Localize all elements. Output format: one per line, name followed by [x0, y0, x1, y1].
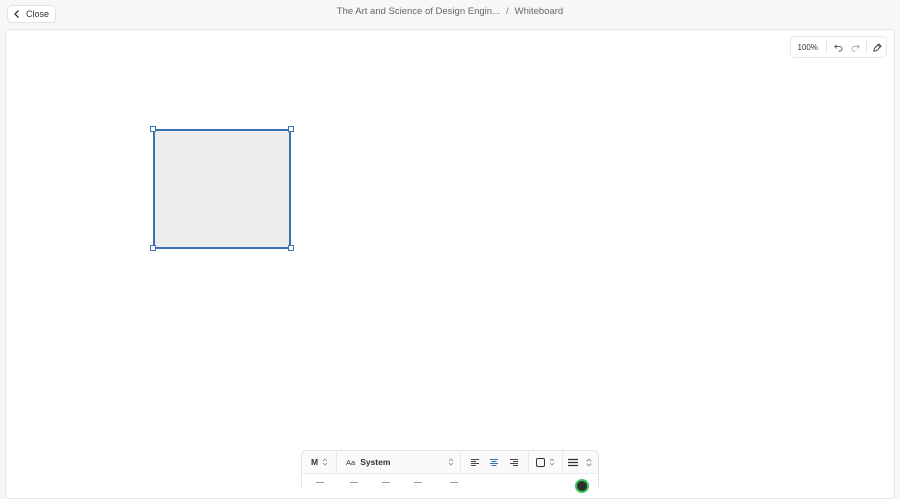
- zoom-level[interactable]: 100%: [791, 43, 824, 52]
- undo-button[interactable]: [829, 38, 846, 56]
- stroke-select[interactable]: [563, 451, 598, 473]
- toolbar-divider: [826, 40, 828, 54]
- pen-icon: [873, 42, 882, 52]
- breadcrumb-document[interactable]: The Art and Science of Design Engin...: [337, 6, 500, 17]
- align-right-icon[interactable]: [509, 458, 519, 467]
- size-select[interactable]: M: [302, 451, 337, 473]
- redo-button[interactable]: [847, 38, 864, 56]
- stroke-width-icon: [567, 458, 578, 466]
- toolbar-divider: [865, 40, 867, 54]
- resize-handle-top-left[interactable]: [150, 126, 156, 132]
- breadcrumb: The Art and Science of Design Engin... / W…: [0, 6, 900, 17]
- rectangle-shape[interactable]: [153, 129, 291, 249]
- chevron-updown-icon: [448, 458, 454, 466]
- resize-handle-top-right[interactable]: [288, 126, 294, 132]
- pen-button[interactable]: [869, 38, 886, 56]
- chevron-updown-icon: [585, 457, 592, 467]
- resize-handle-bottom-left[interactable]: [150, 245, 156, 251]
- align-left-icon[interactable]: [470, 458, 480, 467]
- align-center-icon[interactable]: [489, 458, 499, 467]
- fill-select[interactable]: [529, 451, 563, 473]
- color-row: [302, 473, 598, 492]
- font-select[interactable]: Aa System: [337, 451, 461, 473]
- undo-icon: [833, 43, 843, 52]
- color-swatch[interactable]: [450, 482, 458, 491]
- color-swatch[interactable]: [316, 482, 324, 491]
- font-prefix: Aa: [346, 457, 356, 467]
- canvas-toolbar: 100%: [790, 36, 887, 58]
- chevron-updown-icon: [549, 458, 555, 466]
- color-swatch[interactable]: [350, 482, 358, 491]
- color-swatch[interactable]: [414, 482, 422, 491]
- style-toolbar: M Aa System: [301, 450, 599, 492]
- color-swatch[interactable]: [382, 482, 390, 491]
- redo-icon: [851, 43, 860, 52]
- text-align-group: [461, 451, 529, 473]
- breadcrumb-page[interactable]: Whiteboard: [515, 6, 564, 17]
- fill-square-icon: [536, 457, 545, 467]
- resize-handle-bottom-right[interactable]: [288, 245, 294, 251]
- breadcrumb-separator: /: [505, 6, 509, 17]
- size-value: M: [311, 457, 319, 467]
- active-color-swatch[interactable]: [575, 479, 589, 493]
- chevron-updown-icon: [322, 458, 328, 466]
- font-value: System: [360, 457, 391, 467]
- whiteboard-canvas[interactable]: [5, 29, 895, 499]
